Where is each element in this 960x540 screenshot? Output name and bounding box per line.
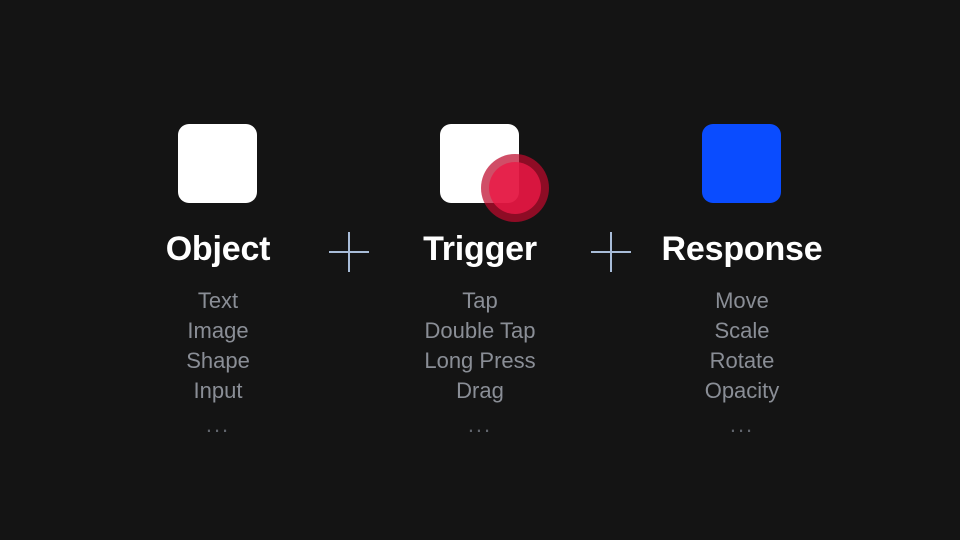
list-item: Scale: [714, 318, 770, 343]
list-item: Text: [197, 288, 239, 313]
response-graphic: [677, 104, 807, 204]
response-heading: Response: [661, 230, 823, 268]
object-graphic: [153, 104, 283, 204]
object-item-list: Text Image Shape Input ...: [186, 286, 250, 438]
column-response: Response Move Scale Rotate Opacity ...: [647, 104, 837, 438]
list-item: Shape: [186, 348, 250, 373]
response-ellipsis: ...: [729, 412, 755, 437]
object-heading: Object: [165, 230, 271, 268]
column-trigger: Trigger Tap Double Tap Long Press Drag .…: [385, 104, 575, 438]
list-item: Double Tap: [424, 318, 536, 343]
formula-row: Object Text Image Shape Input ... Trigge…: [0, 104, 960, 438]
list-item: Long Press: [424, 348, 536, 373]
trigger-heading: Trigger: [423, 230, 537, 268]
list-item: Tap: [462, 288, 498, 313]
object-ellipsis: ...: [205, 412, 231, 437]
list-item: Opacity: [704, 378, 780, 403]
list-item: Rotate: [709, 348, 775, 373]
white-square-icon: [178, 124, 257, 203]
list-item: Input: [193, 378, 243, 403]
plus-icon: [329, 232, 369, 272]
list-item: Drag: [456, 378, 504, 403]
trigger-item-list: Tap Double Tap Long Press Drag ...: [424, 286, 535, 438]
operator-plus-1-wrap: [313, 104, 385, 272]
slide-canvas: Object Text Image Shape Input ... Trigge…: [0, 0, 960, 540]
list-item: Move: [715, 288, 769, 313]
response-item-list: Move Scale Rotate Opacity ...: [705, 286, 780, 438]
plus-icon: [591, 232, 631, 272]
trigger-graphic: [415, 104, 549, 222]
operator-plus-2-wrap: [575, 104, 647, 272]
trigger-ellipsis: ...: [467, 412, 493, 437]
list-item: Image: [187, 318, 249, 343]
blue-square-icon: [702, 124, 781, 203]
column-object: Object Text Image Shape Input ...: [123, 104, 313, 438]
tap-dot-icon: [489, 162, 541, 214]
